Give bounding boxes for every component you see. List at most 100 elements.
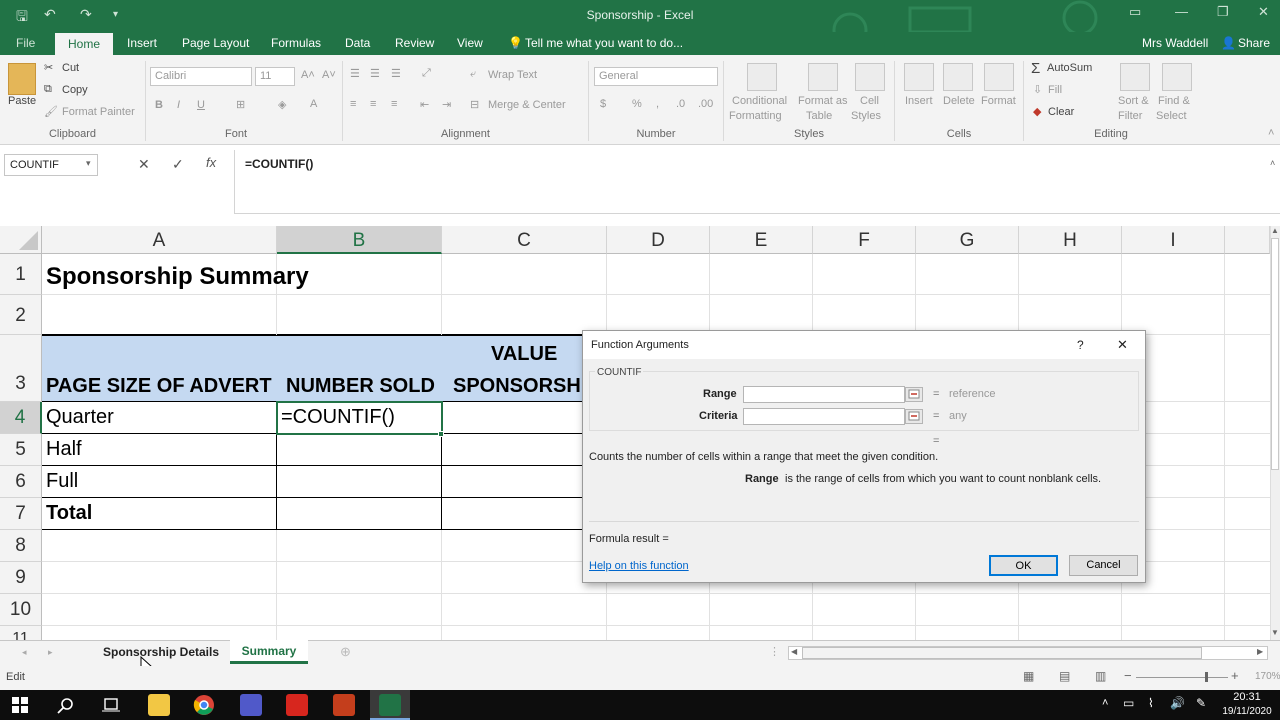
page-layout-view-icon[interactable]: ▤: [1059, 669, 1070, 683]
fill-color-icon[interactable]: ◈: [278, 98, 286, 111]
zoom-level[interactable]: 170%: [1255, 671, 1280, 682]
column-header-a[interactable]: A: [42, 226, 277, 254]
tab-file[interactable]: File: [16, 36, 35, 50]
pen-icon[interactable]: ✎: [1196, 696, 1206, 710]
column-header-e[interactable]: E: [710, 226, 813, 254]
tab-home[interactable]: Home: [55, 33, 113, 56]
top-align-icon[interactable]: ☰: [350, 67, 360, 80]
vertical-scroll-thumb[interactable]: [1271, 238, 1279, 470]
bold-icon[interactable]: B: [155, 99, 163, 111]
dialog-close-icon[interactable]: ✕: [1117, 337, 1128, 353]
scroll-sheets-left-icon[interactable]: ◂: [22, 647, 27, 658]
cell-styles-icon[interactable]: [855, 63, 885, 91]
ok-button[interactable]: OK: [989, 555, 1058, 576]
paste-button[interactable]: Paste: [8, 95, 36, 107]
formula-input[interactable]: =COUNTIF(): [234, 150, 1280, 214]
borders-icon[interactable]: ⊞: [236, 98, 245, 111]
row-header-6[interactable]: 6: [0, 466, 42, 498]
tell-me-search[interactable]: Tell me what you want to do...: [525, 36, 683, 50]
fill-handle[interactable]: [438, 431, 444, 437]
cancel-entry-icon[interactable]: ✕: [138, 156, 150, 173]
wrap-text-button[interactable]: Wrap Text: [488, 69, 537, 81]
close-icon[interactable]: ✕: [1258, 4, 1269, 20]
cell-a3[interactable]: PAGE SIZE OF ADVERT: [46, 375, 272, 398]
column-header-d[interactable]: D: [607, 226, 710, 254]
share-icon[interactable]: 👤: [1221, 36, 1236, 50]
percent-icon[interactable]: %: [632, 98, 642, 110]
tab-data[interactable]: Data: [345, 36, 370, 50]
file-explorer-icon[interactable]: [148, 694, 170, 716]
cut-button[interactable]: Cut: [62, 62, 79, 74]
sheet-tab-summary[interactable]: Summary: [230, 640, 308, 664]
conditional-formatting-button[interactable]: Conditional: [732, 95, 787, 107]
format-cells-button[interactable]: Format: [981, 95, 1016, 107]
align-right-icon[interactable]: ≡: [391, 98, 397, 110]
volume-icon[interactable]: 🔊: [1170, 696, 1185, 710]
find-select-icon[interactable]: [1162, 63, 1192, 91]
sort-filter-button-line2[interactable]: Filter: [1118, 110, 1142, 122]
criteria-collapse-icon[interactable]: [905, 409, 923, 424]
teams-icon[interactable]: [240, 694, 262, 716]
fill-button[interactable]: Fill: [1048, 84, 1062, 96]
dialog-help-icon[interactable]: ?: [1077, 338, 1084, 352]
increase-font-icon[interactable]: A˄: [301, 69, 315, 81]
column-header-i[interactable]: I: [1122, 226, 1225, 254]
decrease-font-icon[interactable]: A˅: [322, 69, 336, 81]
conditional-formatting-button-line2[interactable]: Formatting: [729, 110, 782, 122]
column-header-g[interactable]: G: [916, 226, 1019, 254]
cell-c3-line1[interactable]: VALUE: [491, 343, 557, 366]
column-header-f[interactable]: F: [813, 226, 916, 254]
new-sheet-icon[interactable]: ⊕: [340, 644, 351, 660]
column-header-c[interactable]: C: [442, 226, 607, 254]
align-left-icon[interactable]: ≡: [350, 98, 356, 110]
horizontal-scroll-thumb[interactable]: [802, 647, 1202, 659]
font-name-combo[interactable]: Calibri: [150, 67, 252, 86]
collapse-ribbon-icon[interactable]: ˄: [1268, 127, 1274, 139]
copy-button[interactable]: Copy: [62, 84, 88, 96]
row-header-4[interactable]: 4: [0, 402, 42, 434]
cell-a4[interactable]: Quarter: [46, 406, 114, 429]
comma-icon[interactable]: ,: [656, 98, 659, 110]
decrease-decimal-icon[interactable]: .00: [698, 98, 713, 110]
zoom-slider-thumb[interactable]: [1205, 672, 1208, 682]
decrease-indent-icon[interactable]: ⇤: [420, 98, 429, 111]
tab-view[interactable]: View: [457, 36, 483, 50]
column-header-b[interactable]: B: [277, 226, 442, 254]
ribbon-display-icon[interactable]: ▭: [1129, 4, 1141, 20]
clear-button[interactable]: Clear: [1048, 106, 1074, 118]
row-header-2[interactable]: 2: [0, 295, 42, 335]
powerpoint-icon[interactable]: [333, 694, 355, 716]
tab-insert[interactable]: Insert: [127, 36, 157, 50]
insert-function-icon[interactable]: fx: [206, 155, 216, 170]
align-center-icon[interactable]: ≡: [370, 98, 376, 110]
format-painter-button[interactable]: Format Painter: [62, 106, 135, 118]
font-size-combo[interactable]: 11: [255, 67, 295, 86]
tab-formulas[interactable]: Formulas: [271, 36, 321, 50]
sheet-tab-sponsorship-details[interactable]: Sponsorship Details: [94, 641, 228, 665]
cell-a1[interactable]: Sponsorship Summary: [46, 263, 309, 291]
wrap-text-icon[interactable]: ⤶: [470, 68, 476, 81]
help-on-function-link[interactable]: Help on this function: [589, 560, 689, 572]
sort-filter-button[interactable]: Sort &: [1118, 95, 1149, 107]
row-header-5[interactable]: 5: [0, 434, 42, 466]
copy-icon[interactable]: ⧉: [44, 83, 52, 96]
range-collapse-icon[interactable]: [905, 387, 923, 402]
scroll-right-icon[interactable]: ▶: [1257, 647, 1263, 656]
select-all-corner[interactable]: [0, 226, 42, 254]
format-as-table-icon[interactable]: [808, 63, 838, 91]
windows-start-icon[interactable]: [12, 697, 28, 713]
wifi-icon[interactable]: ⌇: [1148, 696, 1154, 710]
excel-taskbar-button[interactable]: [370, 690, 410, 720]
zoom-out-icon[interactable]: −: [1124, 668, 1132, 683]
zoom-slider[interactable]: [1136, 677, 1228, 678]
criteria-input[interactable]: [743, 408, 905, 425]
column-header-j[interactable]: [1225, 226, 1270, 254]
increase-decimal-icon[interactable]: .0: [676, 98, 685, 110]
account-name[interactable]: Mrs Waddell: [1142, 36, 1208, 50]
orientation-icon[interactable]: ⤢: [422, 67, 431, 80]
delete-cells-button[interactable]: Delete: [943, 95, 975, 107]
task-view-icon[interactable]: [102, 697, 120, 713]
cancel-button[interactable]: Cancel: [1069, 555, 1138, 576]
number-format-combo[interactable]: General: [594, 67, 718, 86]
format-cells-icon[interactable]: [984, 63, 1014, 91]
